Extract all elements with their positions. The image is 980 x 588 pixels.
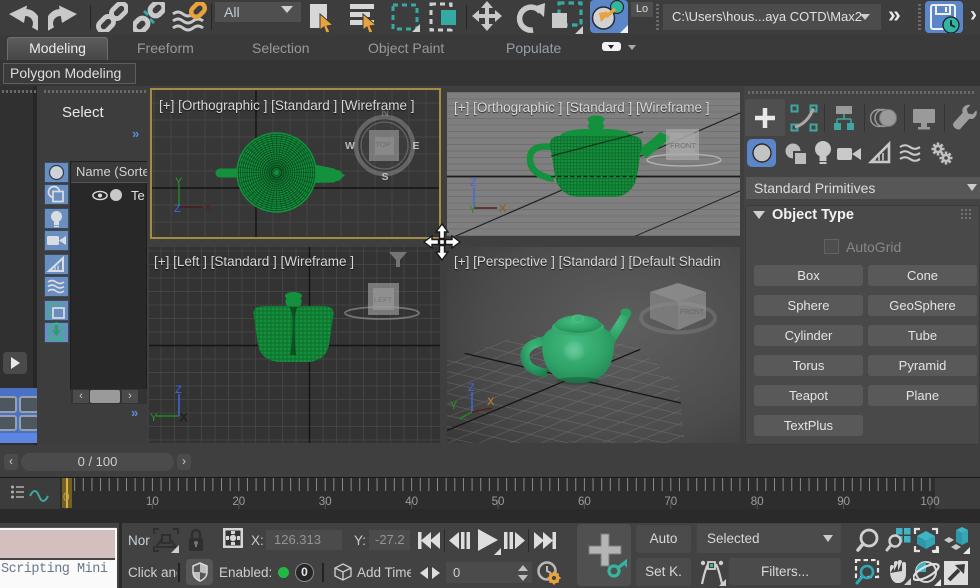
- svg-text:+: +: [661, 307, 665, 313]
- svg-text:LEFT: LEFT: [374, 295, 393, 304]
- svg-text:X: X: [487, 396, 495, 408]
- svg-text:Z: Z: [468, 382, 475, 394]
- svg-text:X: X: [499, 203, 507, 215]
- svg-text:Y: Y: [150, 412, 158, 424]
- svg-text:FRONT: FRONT: [680, 309, 705, 316]
- svg-text:E: E: [412, 140, 419, 152]
- svg-text:S: S: [381, 171, 388, 183]
- svg-text:Y: Y: [469, 204, 477, 216]
- svg-text:W: W: [345, 140, 355, 152]
- svg-text:FRONT: FRONT: [670, 141, 696, 150]
- svg-text:X: X: [204, 202, 212, 214]
- svg-text:TOP: TOP: [375, 140, 390, 149]
- svg-text:Z: Z: [175, 384, 182, 396]
- svg-text:X: X: [180, 412, 188, 424]
- svg-text:Z: Z: [174, 203, 181, 215]
- svg-text:Y: Y: [450, 400, 458, 412]
- svg-text:Z: Z: [470, 177, 477, 189]
- svg-text:Y: Y: [175, 176, 183, 188]
